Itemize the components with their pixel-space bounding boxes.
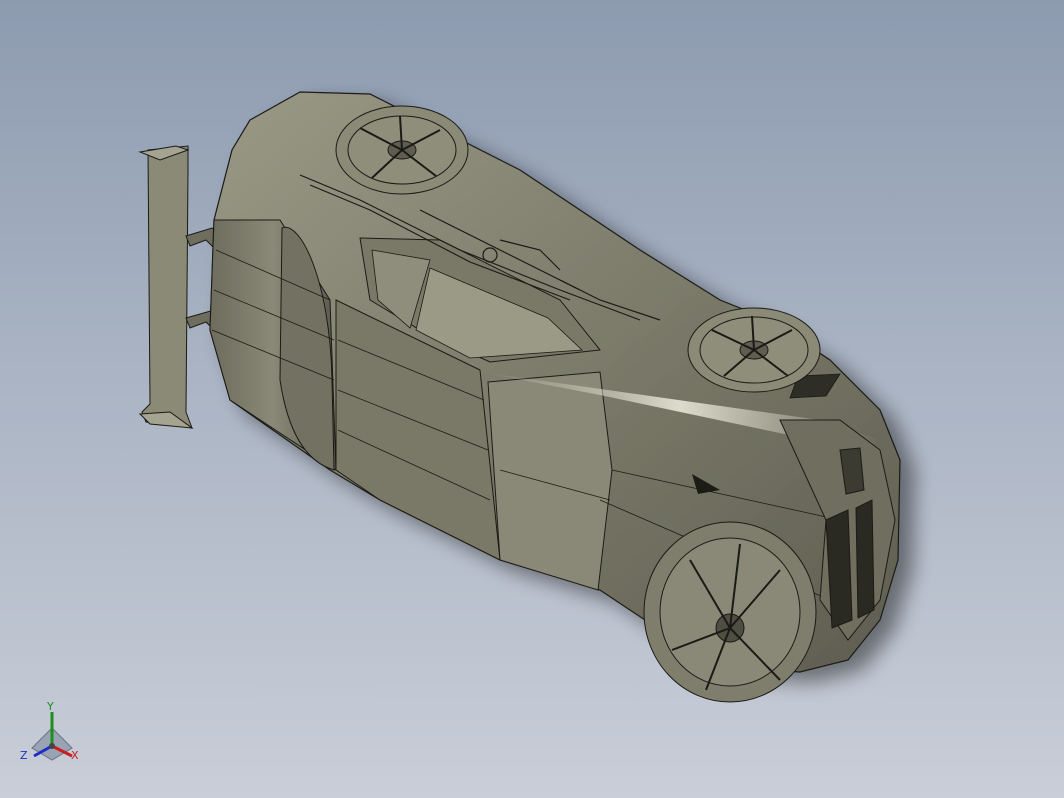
wheel-front-right [687, 307, 821, 393]
cad-graphics-viewport[interactable]: Y X Z [0, 0, 1064, 798]
axis-z-label: Z [20, 749, 28, 762]
axis-triad: Y X Z [18, 700, 88, 772]
car-body-3d-model[interactable] [0, 0, 1064, 798]
wheel-rear-left [643, 521, 817, 703]
axis-y-label: Y [47, 700, 54, 713]
wheel-front-left [335, 105, 469, 195]
axis-x-label: X [71, 749, 79, 762]
